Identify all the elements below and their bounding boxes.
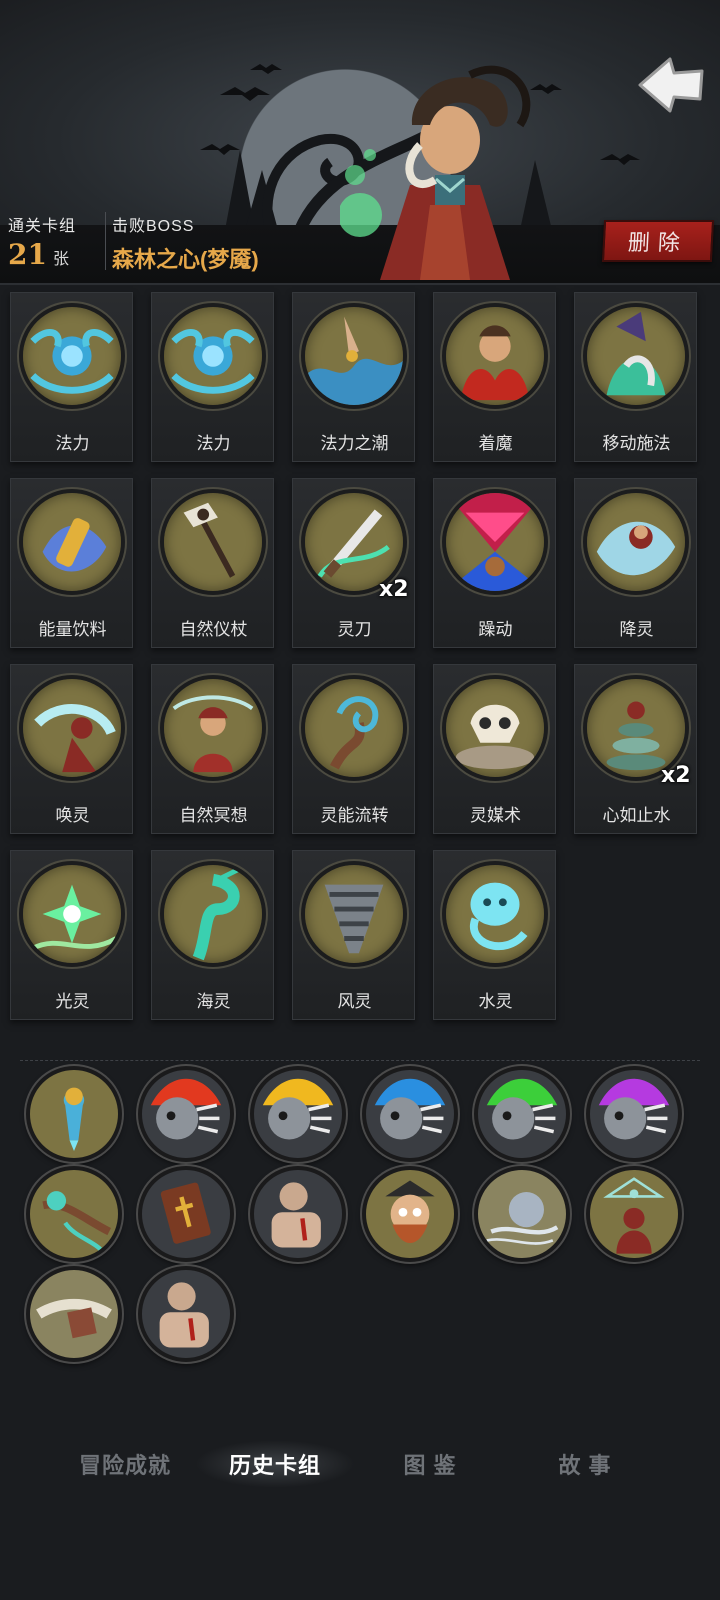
tab-achievements[interactable]: 冒险成就 — [45, 1440, 205, 1488]
moving-cast-icon — [583, 303, 689, 409]
light-spirit-icon — [19, 861, 125, 967]
card-name: 自然冥想 — [179, 806, 248, 825]
card-name: 海灵 — [196, 992, 231, 1011]
tab-history-deck[interactable]: 历史卡组 — [195, 1440, 355, 1488]
back-button[interactable] — [636, 55, 706, 115]
deck-card[interactable]: 自然冥想 — [151, 664, 274, 834]
card-name: 自然仪杖 — [179, 620, 248, 639]
deck-card[interactable]: 能量饮料 — [10, 478, 133, 648]
tattered-scroll-icon[interactable] — [26, 1266, 122, 1362]
water-spirit-icon — [442, 861, 548, 967]
nature-meditation-icon — [160, 675, 266, 781]
energy-drink-icon — [19, 489, 125, 595]
card-name: 降灵 — [619, 620, 654, 639]
card-name: 唤灵 — [55, 806, 90, 825]
possession-icon — [442, 303, 548, 409]
sea-spirit-icon — [160, 861, 266, 967]
card-name: 法力 — [196, 434, 231, 453]
deck-card[interactable]: 躁动 — [433, 478, 556, 648]
spirit-summon-icon — [19, 675, 125, 781]
brute-fist-icon[interactable] — [138, 1266, 234, 1362]
mana-orb-icon — [19, 303, 125, 409]
card-name: 光灵 — [55, 992, 90, 1011]
deck-card[interactable]: 海灵 — [151, 850, 274, 1020]
deck-card[interactable]: 心如止水 x2 — [574, 664, 697, 834]
deck-card[interactable]: 法力 — [10, 292, 133, 462]
nature-staff-icon — [160, 489, 266, 595]
card-name: 灵能流转 — [320, 806, 389, 825]
card-name: 法力 — [55, 434, 90, 453]
deck-card[interactable]: 灵刀 x2 — [292, 478, 415, 648]
blue-flame-skull-icon[interactable] — [362, 1066, 458, 1162]
green-flame-skull-icon[interactable] — [474, 1066, 570, 1162]
deck-card[interactable]: 移动施法 — [574, 292, 697, 462]
card-name: 法力之潮 — [320, 434, 389, 453]
deck-unit: 张 — [52, 251, 69, 268]
deck-card[interactable]: 法力 — [151, 292, 274, 462]
yellow-flame-skull-icon[interactable] — [250, 1066, 346, 1162]
all-seeing-eye-icon[interactable] — [586, 1166, 682, 1262]
card-name: 灵刀 — [337, 620, 372, 639]
deck-card[interactable]: 光灵 — [10, 850, 133, 1020]
holy-book-icon[interactable] — [138, 1166, 234, 1262]
header-banner: 通关卡组 21 张 击败BOSS 森林之心(梦魇) 删除 — [0, 0, 720, 285]
deck-card[interactable]: 法力之潮 — [292, 292, 415, 462]
deck-card[interactable]: 着魔 — [433, 292, 556, 462]
card-name: 灵媒术 — [470, 806, 521, 825]
card-name: 躁动 — [478, 620, 513, 639]
card-quantity-badge: x2 — [379, 577, 409, 602]
red-flame-skull-icon[interactable] — [138, 1066, 234, 1162]
spirit-descent-icon — [583, 489, 689, 595]
brute-fist-icon[interactable] — [250, 1166, 346, 1262]
hero-character-portrait — [340, 65, 531, 280]
card-name: 着魔 — [478, 434, 513, 453]
card-name: 心如止水 — [602, 806, 671, 825]
bottom-tab-bar: 冒险成就 历史卡组 图 鉴 故 事 — [0, 1440, 720, 1510]
boss-info: 击败BOSS 森林之心(梦魇) — [112, 212, 259, 274]
deck-card[interactable]: 降灵 — [574, 478, 697, 648]
deck-count: 21 — [8, 238, 47, 271]
mana-tide-icon — [301, 303, 407, 409]
wind-stone-icon[interactable] — [474, 1166, 570, 1262]
deck-card[interactable]: 灵媒术 — [433, 664, 556, 834]
delete-button[interactable]: 删除 — [601, 220, 715, 262]
deck-card[interactable]: 水灵 — [433, 850, 556, 1020]
spirit-branch-icon[interactable] — [26, 1166, 122, 1262]
card-quantity-badge: x2 — [661, 763, 691, 788]
back-arrow-icon — [638, 57, 704, 113]
psionic-flow-icon — [301, 675, 407, 781]
tab-story[interactable]: 故 事 — [505, 1440, 665, 1488]
purple-flame-skull-icon[interactable] — [586, 1066, 682, 1162]
card-name: 水灵 — [478, 992, 513, 1011]
card-name: 能量饮料 — [38, 620, 107, 639]
card-name: 移动施法 — [602, 434, 671, 453]
card-name: 风灵 — [337, 992, 372, 1011]
deck-info: 通关卡组 21 张 — [8, 212, 76, 271]
deck-label: 通关卡组 — [8, 218, 77, 235]
section-divider — [20, 1060, 700, 1061]
wind-spirit-icon — [301, 861, 407, 967]
pirate-captain-icon[interactable] — [362, 1166, 458, 1262]
deck-card[interactable]: 自然仪杖 — [151, 478, 274, 648]
spirit-medium-icon — [442, 675, 548, 781]
restless-icon — [442, 489, 548, 595]
mana-orb-icon — [160, 303, 266, 409]
spirit-vase-icon[interactable] — [26, 1066, 122, 1162]
deck-card[interactable]: 灵能流转 — [292, 664, 415, 834]
history-deck-screen: 通关卡组 21 张 击败BOSS 森林之心(梦魇) 删除 法力 法力 法力之潮 着魔 移动… — [0, 0, 720, 1600]
deck-card[interactable]: 风灵 — [292, 850, 415, 1020]
deck-card[interactable]: 唤灵 — [10, 664, 133, 834]
tab-codex[interactable]: 图 鉴 — [350, 1440, 510, 1488]
header-divider — [105, 212, 106, 270]
boss-label: 击败BOSS — [112, 218, 195, 235]
boss-name: 森林之心(梦魇) — [112, 247, 259, 272]
